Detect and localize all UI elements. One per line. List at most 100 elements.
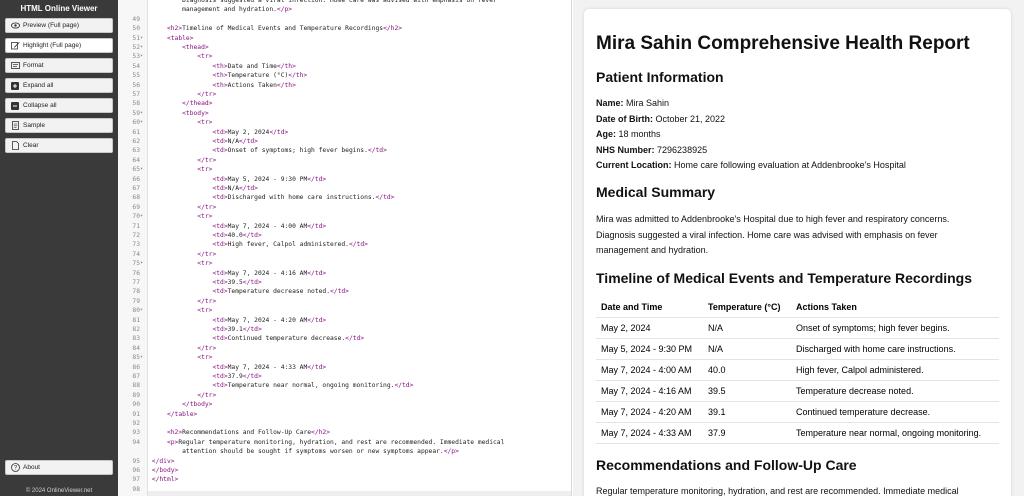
fold-toggle-icon[interactable]: ▾ (140, 34, 147, 43)
code-line[interactable]: 78 <td>Temperature decrease noted.</td> (132, 287, 571, 296)
code-line[interactable]: 94 <p>Regular temperature monitoring, hy… (132, 438, 571, 447)
code-line[interactable]: 83 <td>Continued temperature decrease.</… (132, 334, 571, 343)
code-line[interactable]: 84 </tr> (132, 344, 571, 353)
code-line[interactable]: 85 ▾ <tr> (132, 353, 571, 362)
code-line[interactable]: 96 </body> (132, 466, 571, 475)
code-line[interactable]: 64 </tr> (132, 156, 571, 165)
fold-toggle-icon[interactable]: ▾ (140, 52, 147, 61)
code-line[interactable]: management and hydration.</p> (148, 5, 571, 14)
line-number: 55 (132, 72, 140, 80)
fold-toggle-icon[interactable]: ▾ (140, 259, 147, 268)
fold-toggle-icon[interactable]: ▾ (140, 353, 147, 362)
text-token: High fever, Calpol administered. (227, 241, 349, 249)
code-line[interactable]: 73 <td>High fever, Calpol administered.<… (132, 240, 571, 249)
patient-info-block: Name: Mira Sahin Date of Birth: October … (596, 96, 906, 174)
fold-toggle-icon[interactable]: ▾ (140, 212, 147, 221)
html-tag-token: </td> (345, 335, 365, 343)
text-token: N/A (227, 138, 239, 145)
line-number: 88 (132, 382, 140, 390)
code-line[interactable]: 65 ▾ <tr> (132, 165, 571, 174)
code-line[interactable]: 58 </thead> (132, 99, 571, 108)
code-line[interactable]: 93 <h2>Recommendations and Follow-Up Car… (132, 428, 571, 437)
format-button[interactable]: Format (5, 58, 113, 73)
code-editor[interactable]: Diagnosis suggested a viral infection. H… (118, 0, 572, 496)
code-line[interactable]: 52 ▾ <thead> (132, 43, 571, 52)
text-token: Temperature near normal, ongoing monitor… (227, 382, 395, 390)
code-line[interactable]: 59 ▾ <tbody> (132, 109, 571, 118)
code-line[interactable]: 75 ▾ <tr> (132, 259, 571, 268)
expand-all-button[interactable]: Expand all (5, 78, 113, 93)
code-line[interactable]: 82 <td>39.1</td> (132, 325, 571, 334)
code-line[interactable]: attention should be sought if symptoms w… (148, 447, 571, 456)
code-line[interactable]: 55 <th>Temperature (°C)</th> (132, 71, 571, 80)
fold-toggle-icon[interactable]: ▾ (140, 306, 147, 315)
line-number: 56 (132, 81, 140, 89)
code-line[interactable]: 61 <td>May 2, 2024</td> (132, 128, 571, 137)
code-line[interactable]: 51 ▾ <table> (132, 34, 571, 43)
code-line[interactable]: 54 <th>Date and Time</th> (132, 62, 571, 71)
text-token: May 5, 2024 - 9:30 PM (227, 175, 308, 183)
code-line[interactable]: 69 </tr> (132, 203, 571, 212)
code-text: <tr> (148, 119, 212, 126)
code-line[interactable]: 77 <td>39.5</td> (132, 278, 571, 287)
code-line[interactable]: 71 <td>May 7, 2024 - 4:00 AM</td> (132, 222, 571, 231)
code-text: </table> (148, 411, 197, 418)
code-lines[interactable]: Diagnosis suggested a viral infection. H… (132, 0, 571, 496)
collapse-all-button[interactable]: Collapse all (5, 98, 113, 113)
code-line[interactable]: 79 </tr> (132, 297, 571, 306)
medical-summary-heading: Medical Summary (596, 184, 716, 200)
code-line[interactable]: 74 </tr> (132, 250, 571, 259)
code-line[interactable]: 49 (132, 15, 571, 24)
code-line[interactable]: 80 ▾ <tr> (132, 306, 571, 315)
code-line[interactable]: 57 </tr> (132, 90, 571, 99)
code-text: <td>Temperature decrease noted.</td> (148, 288, 349, 295)
sample-button[interactable]: Sample (5, 118, 113, 133)
fold-toggle-icon[interactable]: ▾ (140, 118, 147, 127)
code-text: </tr> (148, 91, 216, 98)
code-line[interactable]: 63 <td>Onset of symptoms; high fever beg… (132, 146, 571, 155)
code-line[interactable]: 81 <td>May 7, 2024 - 4:20 AM</td> (132, 316, 571, 325)
code-line[interactable]: 88 <td>Temperature near normal, ongoing … (132, 381, 571, 390)
summary-line: management and hydration. (596, 245, 709, 255)
field-value: 18 months (618, 129, 661, 139)
code-line[interactable]: 72 <td>40.0</td> (132, 231, 571, 240)
code-line[interactable]: 70 ▾ <tr> (132, 212, 571, 221)
code-line[interactable]: 68 <td>Discharged with home care instruc… (132, 193, 571, 202)
horizontal-scrollbar[interactable] (148, 491, 571, 496)
code-line[interactable]: 50 <h2>Timeline of Medical Events and Te… (132, 24, 571, 33)
code-line[interactable]: 91 </table> (132, 410, 571, 419)
preview-full-page-button[interactable]: Preview (Full page) (5, 18, 113, 33)
code-line[interactable]: 86 <td>May 7, 2024 - 4:33 AM</td> (132, 363, 571, 372)
code-line[interactable]: 60 ▾ <tr> (132, 118, 571, 127)
html-tag-token: <td> (212, 382, 228, 390)
line-number: 54 (132, 62, 140, 70)
code-line[interactable]: 66 <td>May 5, 2024 - 9:30 PM</td> (132, 175, 571, 184)
code-line[interactable]: 92 (132, 419, 571, 428)
code-line[interactable]: 53 ▾ <tr> (132, 52, 571, 61)
code-line[interactable]: 95 </div> (132, 457, 571, 466)
table-cell: Temperature near normal, ongoing monitor… (791, 422, 999, 444)
code-line[interactable]: 56 <th>Actions Taken</th> (132, 81, 571, 90)
code-line[interactable]: 62 <td>N/A</td> (132, 137, 571, 146)
code-line[interactable]: 90 </tbody> (132, 400, 571, 409)
line-number: 62 (132, 138, 140, 145)
code-line[interactable]: 89 </tr> (132, 391, 571, 400)
line-number: 93 (132, 429, 140, 437)
highlight-full-page-button[interactable]: Highlight (Full page) (5, 38, 113, 53)
table-row: May 7, 2024 - 4:20 AM 39.1 Continued tempe… (596, 401, 999, 423)
summary-line: Mira was admitted to Addenbrooke's Hospi… (596, 214, 950, 224)
code-line[interactable]: 76 <td>May 7, 2024 - 4:16 AM</td> (132, 269, 571, 278)
clear-button[interactable]: Clear (5, 138, 113, 153)
code-line[interactable]: 87 <td>37.9</td> (132, 372, 571, 381)
fold-toggle-icon[interactable]: ▾ (140, 109, 147, 118)
about-button[interactable]: ? About (5, 460, 113, 475)
fold-toggle-icon[interactable]: ▾ (140, 43, 147, 52)
code-line[interactable]: 67 <td>N/A</td> (132, 184, 571, 193)
code-line[interactable]: 97 </html> (132, 475, 571, 484)
fold-toggle-icon[interactable]: ▾ (140, 165, 147, 174)
